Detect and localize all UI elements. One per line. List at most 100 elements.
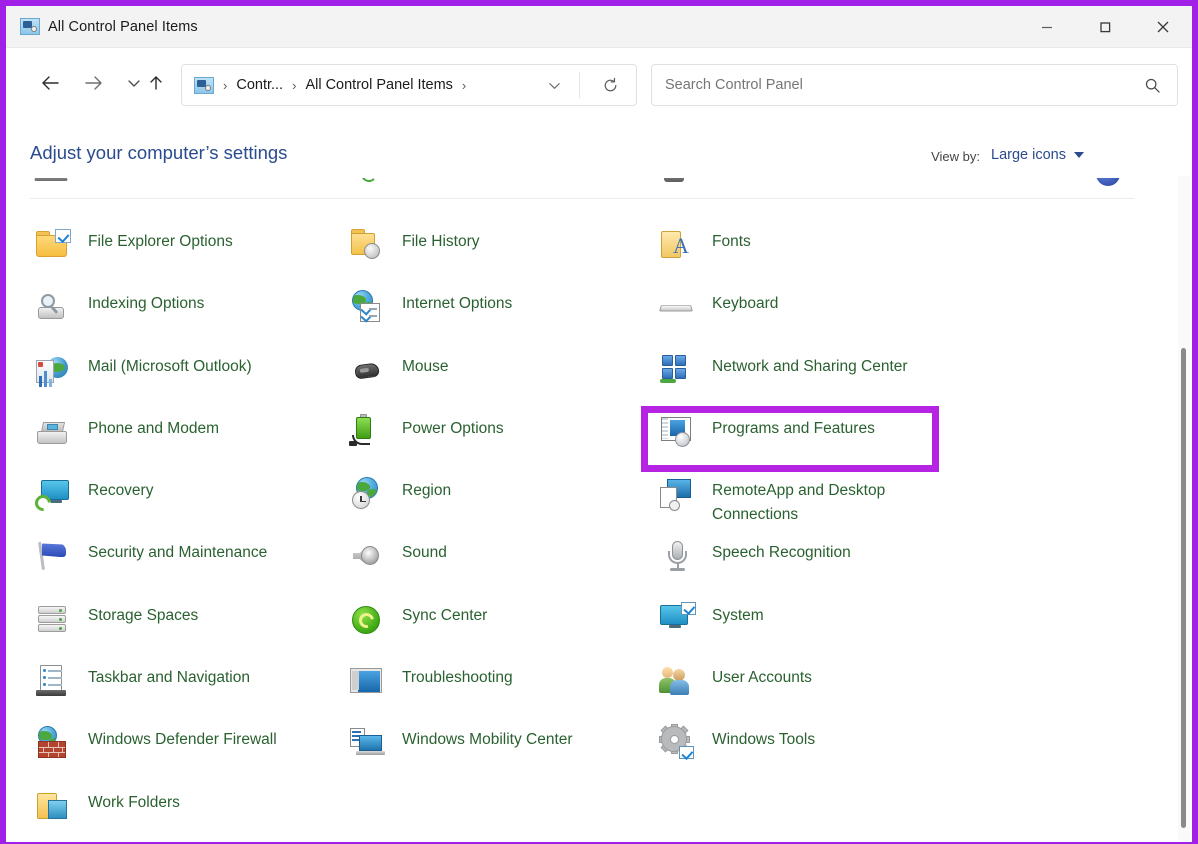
address-bar[interactable]: › Contr... › All Control Panel Items › — [181, 64, 637, 106]
taskbar-and-navigation-icon — [34, 662, 72, 700]
item-label: System — [712, 606, 764, 624]
sound-icon — [348, 537, 386, 575]
maximize-button[interactable] — [1076, 6, 1134, 48]
item-label: Mouse — [402, 357, 449, 375]
sync-center-icon — [348, 600, 386, 638]
back-button[interactable] — [30, 63, 70, 103]
item-label: RemoteApp and Desktop Connections — [712, 482, 886, 524]
remoteapp-and-desktop-connections-icon — [658, 475, 696, 513]
phone-and-modem-icon — [34, 413, 72, 451]
clipped-icon-row — [349, 178, 389, 198]
title-bar: All Control Panel Items — [6, 6, 1192, 48]
search-input[interactable]: Search Control Panel — [665, 77, 803, 93]
item-label: Security and Maintenance — [88, 544, 268, 562]
control-panel-item-recovery[interactable]: Recovery — [30, 467, 350, 529]
item-label: Windows Mobility Center — [402, 731, 573, 749]
internet-options-icon — [348, 288, 386, 326]
clipped-icon-row — [34, 178, 74, 198]
control-panel-item-windows-mobility-center[interactable]: Windows Mobility Center — [344, 716, 664, 778]
windows-defender-firewall-icon — [34, 724, 72, 762]
clipped-icon-row — [658, 178, 698, 198]
speech-recognition-icon — [658, 537, 696, 575]
item-label: Phone and Modem — [88, 419, 219, 437]
item-label: Network and Sharing Center — [712, 357, 908, 375]
item-label: Sound — [402, 544, 447, 562]
view-by-value: Large icons — [991, 147, 1066, 163]
item-label: Work Folders — [88, 793, 180, 811]
close-button[interactable] — [1134, 6, 1192, 48]
address-control-panel-icon — [194, 76, 214, 94]
up-button[interactable] — [136, 63, 176, 103]
item-label: Recovery — [88, 482, 154, 500]
control-panel-item-remoteapp-and-desktop-connections[interactable]: RemoteApp and Desktop Connections — [654, 467, 974, 529]
breadcrumb-dropdown-button[interactable] — [538, 65, 570, 105]
breadcrumb-item-all-control-panel-items[interactable]: All Control Panel Items — [305, 77, 452, 93]
control-panel-item-programs-and-features[interactable]: Programs and Features — [654, 405, 974, 467]
programs-and-features-icon — [658, 413, 696, 451]
mouse-icon — [348, 351, 386, 389]
user-accounts-icon — [658, 662, 696, 700]
control-panel-item-keyboard[interactable]: Keyboard — [654, 280, 974, 342]
control-panel-item-user-accounts[interactable]: User Accounts — [654, 654, 974, 716]
control-panel-item-mail-microsoft-outlook[interactable]: Mail (Microsoft Outlook) — [30, 343, 350, 405]
item-label: Speech Recognition — [712, 544, 851, 562]
control-panel-item-windows-defender-firewall[interactable]: Windows Defender Firewall — [30, 716, 350, 778]
item-label: Taskbar and Navigation — [88, 669, 250, 687]
control-panel-icon — [20, 18, 40, 36]
windows-tools-icon — [658, 724, 696, 762]
item-label: Keyboard — [712, 295, 779, 313]
control-panel-item-work-folders[interactable]: Work Folders — [30, 779, 350, 841]
control-panel-item-phone-and-modem[interactable]: Phone and Modem — [30, 405, 350, 467]
file-explorer-options-icon — [34, 226, 72, 264]
forward-button[interactable] — [74, 63, 114, 103]
vertical-scrollbar[interactable] — [1176, 176, 1192, 842]
item-label: Programs and Features — [712, 419, 875, 437]
control-panel-item-fonts[interactable]: A Fonts — [654, 218, 974, 280]
control-panel-item-indexing-options[interactable]: Indexing Options — [30, 280, 350, 342]
troubleshooting-icon — [348, 662, 386, 700]
refresh-button[interactable] — [592, 65, 628, 105]
breadcrumb-separator-trailing: › — [461, 77, 467, 93]
control-panel-item-taskbar-and-navigation[interactable]: Taskbar and Navigation — [30, 654, 350, 716]
control-panel-item-sync-center[interactable]: Sync Center — [344, 592, 664, 654]
clipped-icon-row — [1092, 178, 1132, 198]
breadcrumb-item-control-panel[interactable]: Contr... — [236, 77, 283, 93]
item-label: Internet Options — [402, 295, 513, 313]
item-label: Windows Defender Firewall — [88, 731, 277, 749]
recovery-icon — [31, 475, 72, 515]
scrollbar-thumb[interactable] — [1181, 348, 1186, 828]
address-divider — [579, 72, 580, 98]
page-title: Adjust your computer’s settings — [30, 142, 288, 163]
minimize-button[interactable] — [1018, 6, 1076, 48]
item-label: Mail (Microsoft Outlook) — [88, 357, 252, 375]
caret-down-icon — [1074, 152, 1084, 158]
keyboard-icon — [658, 288, 696, 326]
breadcrumb-separator: › — [223, 77, 228, 93]
control-panel-item-mouse[interactable]: Mouse — [344, 343, 664, 405]
control-panel-item-sound[interactable]: Sound — [344, 529, 664, 591]
control-panel-item-troubleshooting[interactable]: Troubleshooting — [344, 654, 664, 716]
scroll-clip-rule — [30, 198, 1134, 199]
control-panel-item-system[interactable]: System — [654, 592, 974, 654]
control-panel-item-internet-options[interactable]: Internet Options — [344, 280, 664, 342]
control-panel-item-speech-recognition[interactable]: Speech Recognition — [654, 529, 974, 591]
control-panel-window: All Control Panel Items › Contr... › All… — [6, 6, 1192, 842]
security-and-maintenance-icon — [34, 537, 72, 575]
control-panel-item-windows-tools[interactable]: Windows Tools — [654, 716, 974, 778]
control-panel-item-storage-spaces[interactable]: Storage Spaces — [30, 592, 350, 654]
view-by-dropdown[interactable]: Large icons — [991, 147, 1084, 163]
item-label: User Accounts — [712, 669, 812, 687]
control-panel-item-power-options[interactable]: Power Options — [344, 405, 664, 467]
search-icon — [1137, 65, 1167, 105]
control-panel-item-region[interactable]: Region — [344, 467, 664, 529]
file-history-icon — [348, 226, 386, 264]
item-label: Sync Center — [402, 606, 488, 624]
item-label: Power Options — [402, 419, 504, 437]
work-folders-icon — [34, 787, 72, 825]
control-panel-item-network-and-sharing-center[interactable]: Network and Sharing Center — [654, 343, 974, 405]
control-panel-item-security-and-maintenance[interactable]: Security and Maintenance — [30, 529, 350, 591]
search-box[interactable]: Search Control Panel — [651, 64, 1178, 106]
control-panel-item-file-history[interactable]: File History — [344, 218, 664, 280]
window-accent-frame: All Control Panel Items › Contr... › All… — [0, 0, 1198, 844]
control-panel-item-file-explorer-options[interactable]: File Explorer Options — [30, 218, 350, 280]
